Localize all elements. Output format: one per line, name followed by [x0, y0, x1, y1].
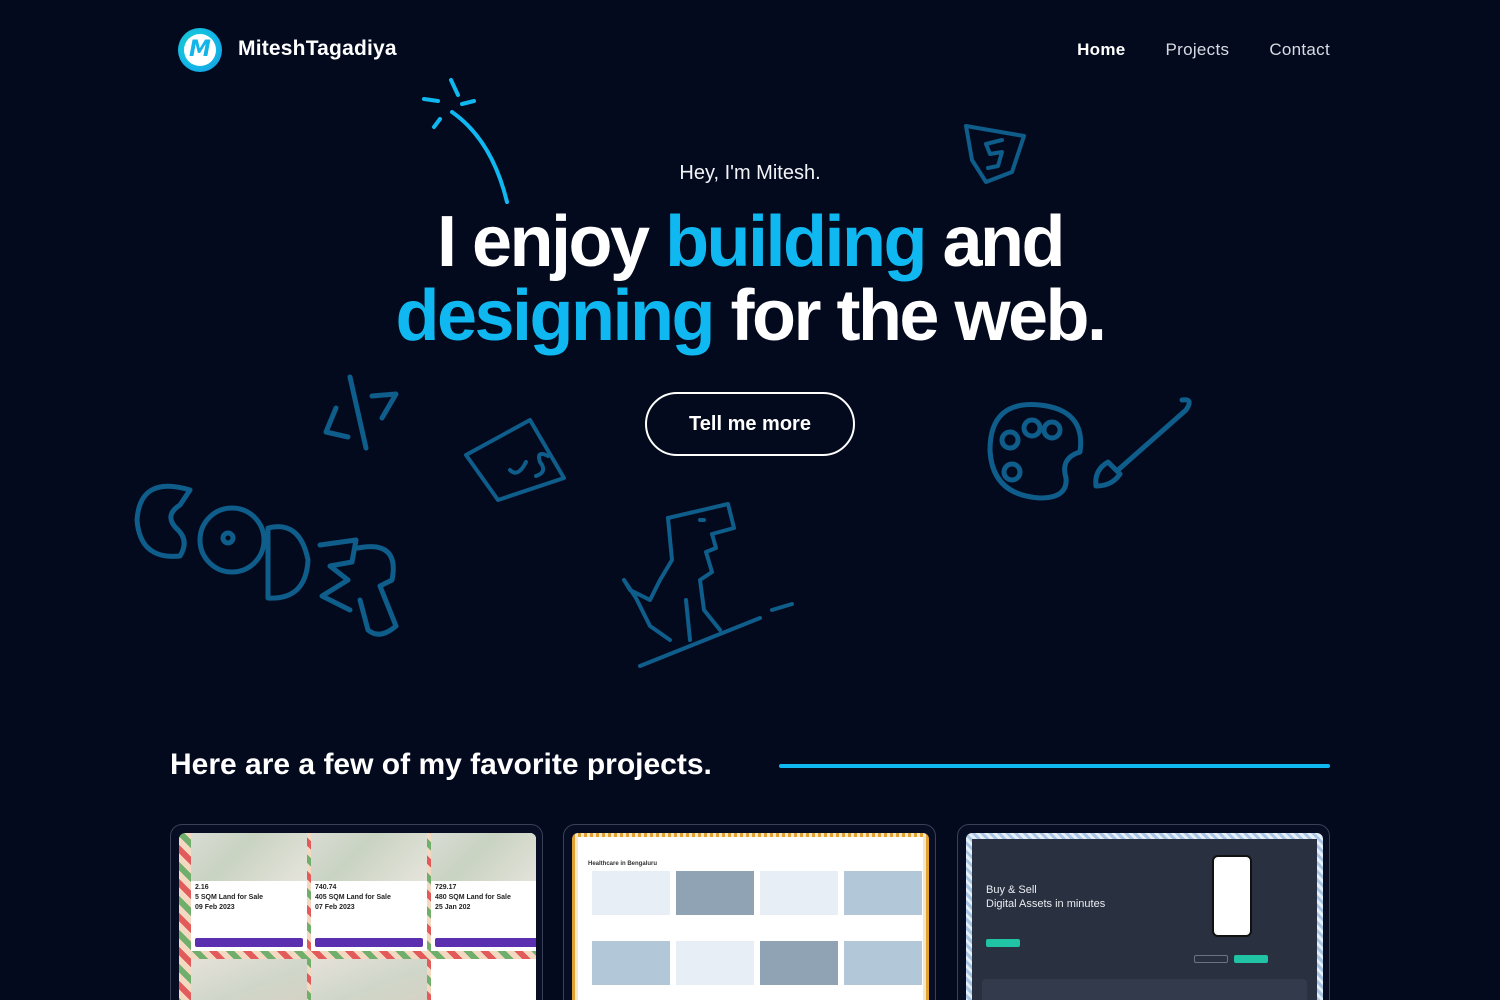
- map-thumbnail: [191, 959, 307, 1000]
- hero-title: I enjoy building and designing for the w…: [0, 205, 1500, 353]
- projects-section-title: Here are a few of my favorite projects.: [170, 748, 712, 781]
- hero-title-accent2: designing: [395, 276, 715, 356]
- hero-title-part3: for the web.: [712, 276, 1107, 356]
- logo-letter: M: [189, 37, 211, 62]
- app-tagline: Buy & Sell Digital Assets in minutes: [986, 883, 1105, 911]
- phone-mockup: [1212, 855, 1252, 937]
- listing-date: 25 Jan 202: [435, 904, 471, 911]
- project-card-digital-assets[interactable]: Buy & Sell Digital Assets in minutes: [957, 824, 1330, 1000]
- hero-title-part1: I enjoy: [437, 202, 666, 282]
- listing-date: 07 Feb 2023: [315, 904, 355, 911]
- js-file-icon: [464, 418, 566, 502]
- dino-skateboard-icon: [622, 502, 794, 668]
- listing-title: 5 SQM Land for Sale: [195, 894, 264, 901]
- map-thumbnail: [311, 959, 427, 1000]
- auction-button: [315, 938, 423, 947]
- map-thumbnail: [191, 833, 307, 881]
- nav-home[interactable]: Home: [1077, 40, 1125, 60]
- hospital-row: [578, 941, 923, 985]
- auction-button: [435, 938, 536, 947]
- listing-price: 740.74: [315, 884, 337, 891]
- auction-button: [195, 938, 303, 947]
- tagline-line1: Buy & Sell: [986, 884, 1037, 896]
- hospital-card: [676, 871, 754, 941]
- hero-greeting: Hey, I'm Mitesh.: [679, 162, 821, 184]
- paintbrush-icon: [1093, 397, 1192, 489]
- section-divider-line: [779, 764, 1330, 768]
- listing-tile: [191, 959, 307, 1000]
- hospital-card: [592, 871, 670, 941]
- filled-pill: [1234, 955, 1268, 963]
- listing-grid: 2.16 5 SQM Land for Sale 09 Feb 2023 740…: [191, 833, 536, 1000]
- hospital-card: [760, 941, 838, 985]
- hero-title-part2: and: [924, 202, 1065, 282]
- code-tag-icon: [323, 374, 399, 451]
- logo[interactable]: M: [178, 28, 222, 72]
- project-card-land-auction[interactable]: 2.16 5 SQM Land for Sale 09 Feb 2023 740…: [170, 824, 543, 1000]
- assets-table: [982, 979, 1307, 1000]
- listing-tile: 2.16 5 SQM Land for Sale 09 Feb 2023: [191, 833, 307, 951]
- hospital-card: [844, 871, 922, 941]
- hospital-row: [578, 871, 923, 941]
- listing-heading: Healthcare in Bengaluru: [588, 861, 658, 867]
- coder-text-icon: [134, 483, 399, 637]
- palette-icon: [987, 402, 1084, 501]
- project-card-healthcare[interactable]: Healthcare in Bengaluru: [563, 824, 936, 1000]
- site-header: M MiteshTagadiya Home Projects Contact: [0, 0, 1500, 100]
- logo-inner: M: [184, 34, 216, 66]
- hospital-card: [760, 871, 838, 941]
- listing-price: 729.17: [435, 884, 457, 891]
- tagline-line2: Digital Assets in minutes: [986, 898, 1106, 910]
- listing-tile: 729.17 480 SQM Land for Sale 25 Jan 202: [431, 833, 536, 951]
- hospital-card: [592, 941, 670, 985]
- tell-me-more-button[interactable]: Tell me more: [645, 392, 855, 456]
- listing-price: 2.16: [195, 884, 209, 891]
- listing-title: 405 SQM Land for Sale: [315, 894, 391, 901]
- listing-tile: 740.74 405 SQM Land for Sale 07 Feb 2023: [311, 833, 427, 951]
- hospital-card: [844, 941, 922, 985]
- nav-projects[interactable]: Projects: [1166, 40, 1230, 60]
- listing-date: 09 Feb 2023: [195, 904, 235, 911]
- brand-name[interactable]: MiteshTagadiya: [238, 37, 397, 61]
- hero-title-accent1: building: [665, 202, 927, 282]
- map-thumbnail: [431, 833, 536, 881]
- listing-title: 480 SQM Land for Sale: [435, 894, 511, 901]
- get-started-button: [986, 939, 1020, 947]
- listing-tile: [431, 959, 536, 1000]
- main-nav: Home Projects Contact: [1077, 40, 1330, 60]
- outline-pill: [1194, 955, 1228, 963]
- listing-page: Healthcare in Bengaluru: [578, 837, 923, 1000]
- nav-contact[interactable]: Contact: [1269, 40, 1330, 60]
- listing-tile: [311, 959, 427, 1000]
- app-page: Buy & Sell Digital Assets in minutes: [972, 839, 1317, 1000]
- project-thumbnail: Buy & Sell Digital Assets in minutes: [966, 833, 1323, 1000]
- map-thumbnail: [311, 833, 427, 881]
- project-thumbnail: 2.16 5 SQM Land for Sale 09 Feb 2023 740…: [179, 833, 536, 1000]
- hospital-card: [676, 941, 754, 985]
- project-thumbnail: Healthcare in Bengaluru: [572, 833, 929, 1000]
